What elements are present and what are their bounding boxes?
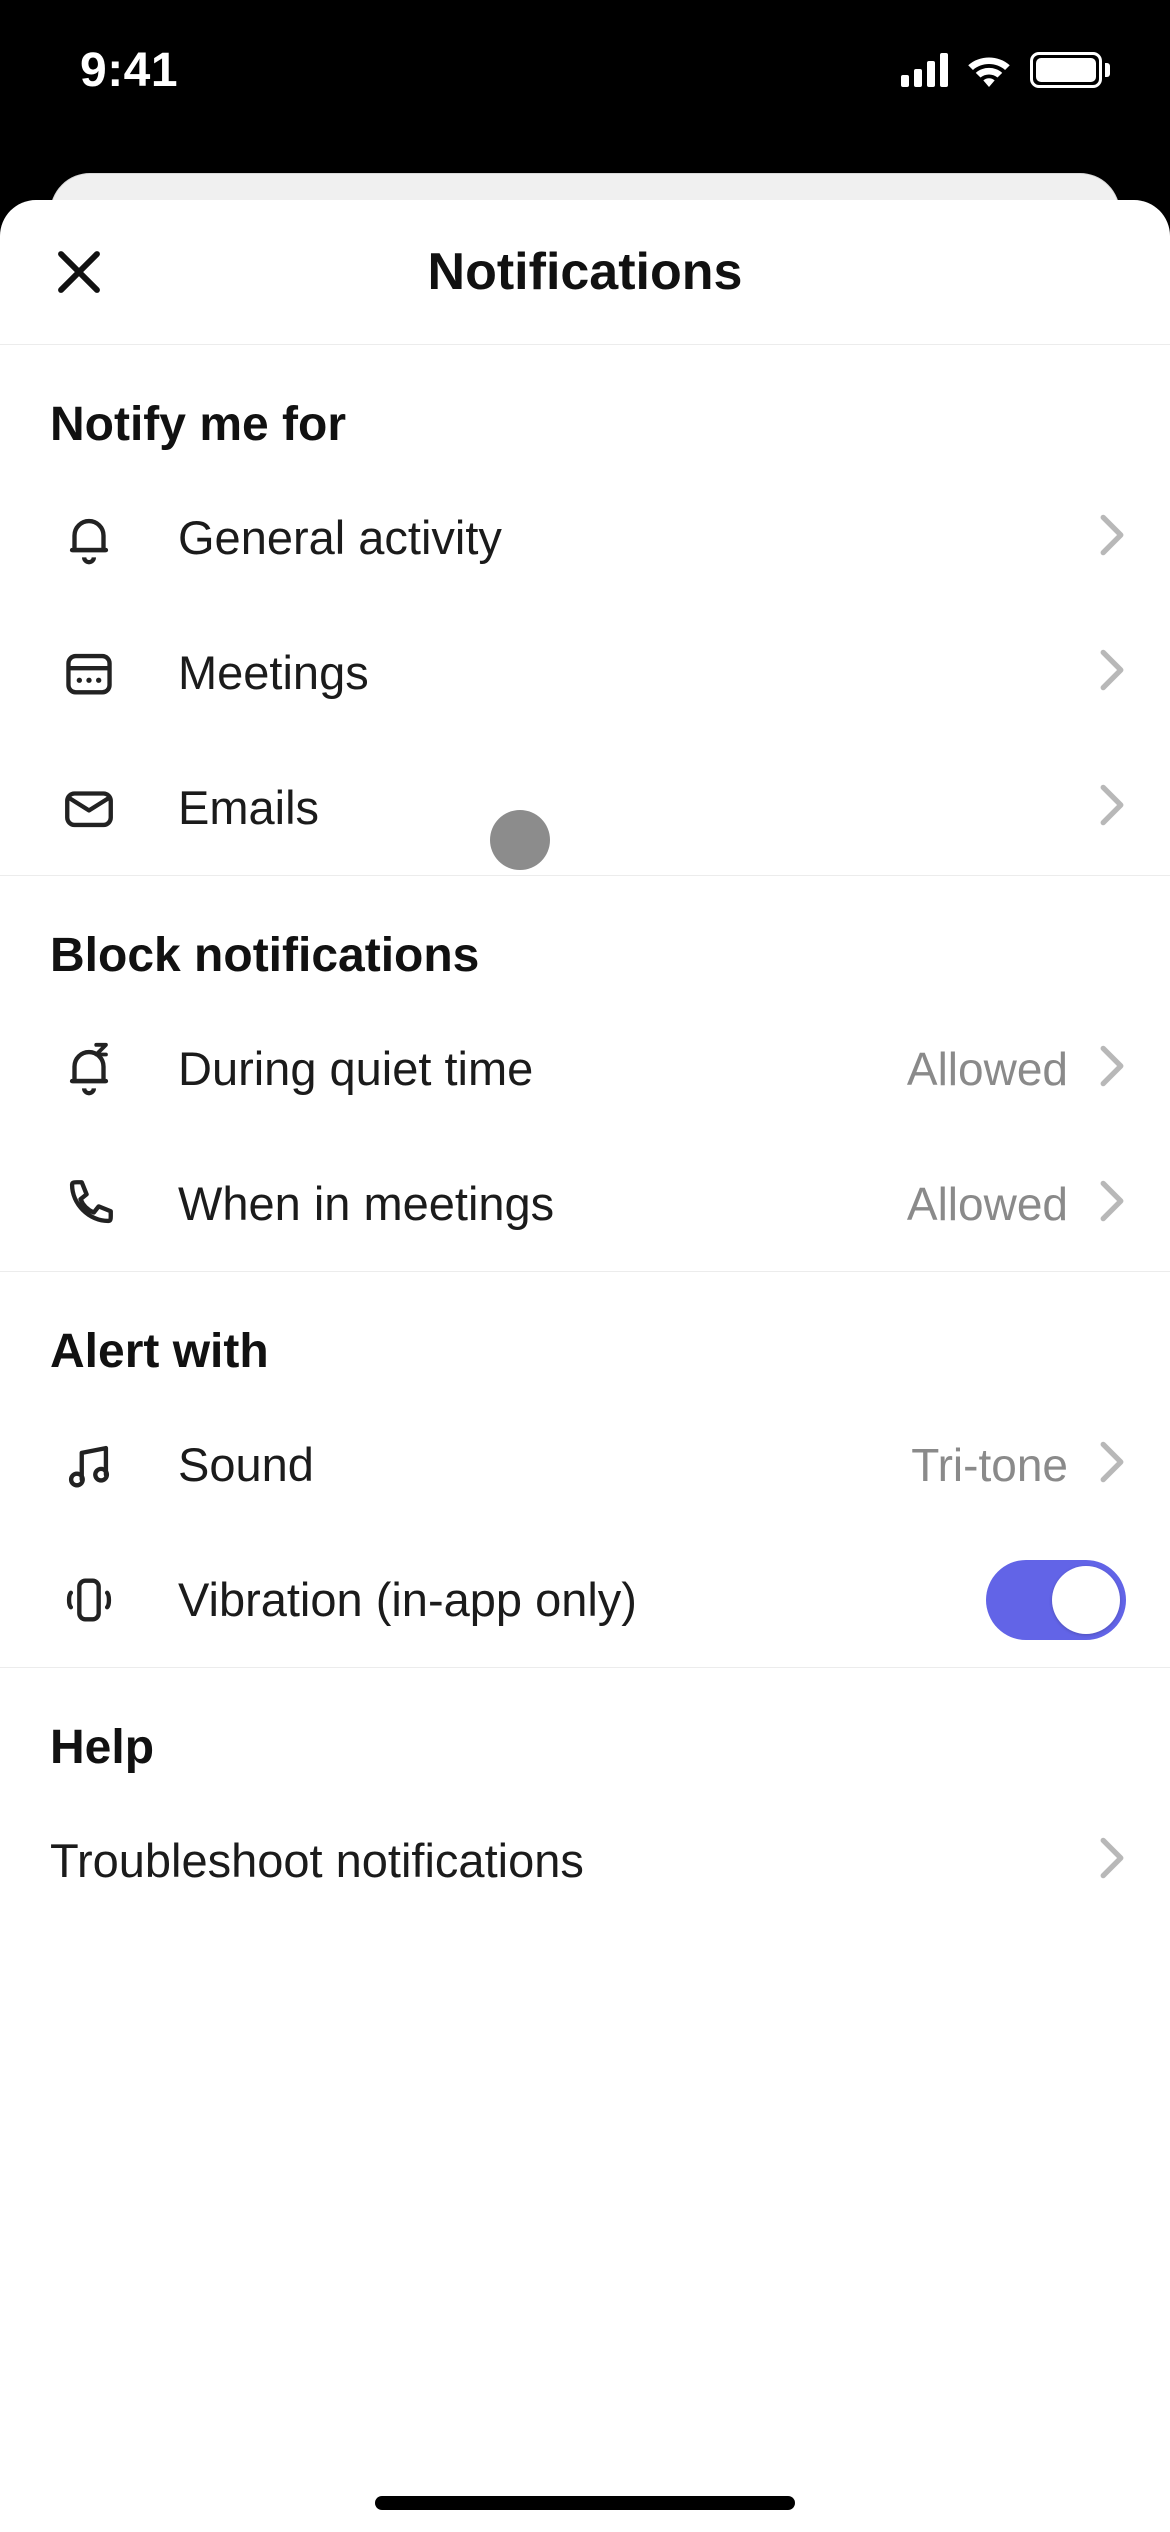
section-notify-me-for: Notify me for General activity xyxy=(0,345,1170,876)
touch-indicator xyxy=(490,810,550,870)
row-label: Troubleshoot notifications xyxy=(50,1833,1098,1888)
section-help: Help Troubleshoot notifications xyxy=(0,1668,1170,1928)
chevron-right-icon xyxy=(1098,1179,1126,1228)
phone-icon xyxy=(60,1175,118,1233)
home-indicator xyxy=(375,2496,795,2510)
status-indicators xyxy=(901,52,1110,88)
row-meetings[interactable]: Meetings xyxy=(0,605,1170,740)
calendar-icon xyxy=(60,644,118,702)
vibrate-icon xyxy=(60,1571,118,1629)
bell-icon xyxy=(60,509,118,567)
chevron-right-icon xyxy=(1098,783,1126,832)
section-block-notifications: Block notifications During quiet time Al… xyxy=(0,876,1170,1272)
row-troubleshoot[interactable]: Troubleshoot notifications xyxy=(0,1793,1170,1928)
row-label: During quiet time xyxy=(178,1041,907,1096)
row-emails[interactable]: Emails xyxy=(0,740,1170,875)
row-label: Emails xyxy=(178,780,1098,835)
page-title: Notifications xyxy=(428,242,743,302)
row-label: General activity xyxy=(178,510,1098,565)
chevron-right-icon xyxy=(1098,1836,1126,1885)
row-quiet-time[interactable]: During quiet time Allowed xyxy=(0,1001,1170,1136)
wifi-icon xyxy=(966,53,1012,87)
close-button[interactable] xyxy=(44,237,114,307)
mail-icon xyxy=(60,779,118,837)
row-label: Vibration (in-app only) xyxy=(178,1572,986,1627)
chevron-right-icon xyxy=(1098,1044,1126,1093)
section-title-help: Help xyxy=(0,1668,1170,1793)
section-title-notify: Notify me for xyxy=(0,345,1170,470)
chevron-right-icon xyxy=(1098,1440,1126,1489)
section-title-alert: Alert with xyxy=(0,1272,1170,1397)
bell-snooze-icon xyxy=(60,1040,118,1098)
row-vibration: Vibration (in-app only) xyxy=(0,1532,1170,1667)
chevron-right-icon xyxy=(1098,513,1126,562)
row-when-in-meetings[interactable]: When in meetings Allowed xyxy=(0,1136,1170,1271)
battery-icon xyxy=(1030,52,1110,88)
row-value: Allowed xyxy=(907,1042,1068,1096)
row-value: Tri-tone xyxy=(911,1438,1068,1492)
row-general-activity[interactable]: General activity xyxy=(0,470,1170,605)
status-time: 9:41 xyxy=(80,43,178,98)
section-alert-with: Alert with Sound Tri-tone xyxy=(0,1272,1170,1668)
chevron-right-icon xyxy=(1098,648,1126,697)
row-value: Allowed xyxy=(907,1177,1068,1231)
sheet-header: Notifications xyxy=(0,200,1170,345)
section-title-block: Block notifications xyxy=(0,876,1170,1001)
close-icon xyxy=(52,245,106,299)
row-sound[interactable]: Sound Tri-tone xyxy=(0,1397,1170,1532)
cellular-icon xyxy=(901,53,948,87)
notifications-sheet: Notifications Notify me for General acti… xyxy=(0,200,1170,2532)
row-label: Sound xyxy=(178,1437,911,1492)
row-label: Meetings xyxy=(178,645,1098,700)
music-icon xyxy=(60,1436,118,1494)
vibration-toggle[interactable] xyxy=(986,1560,1126,1640)
row-label: When in meetings xyxy=(178,1176,907,1231)
status-bar: 9:41 xyxy=(0,0,1170,140)
